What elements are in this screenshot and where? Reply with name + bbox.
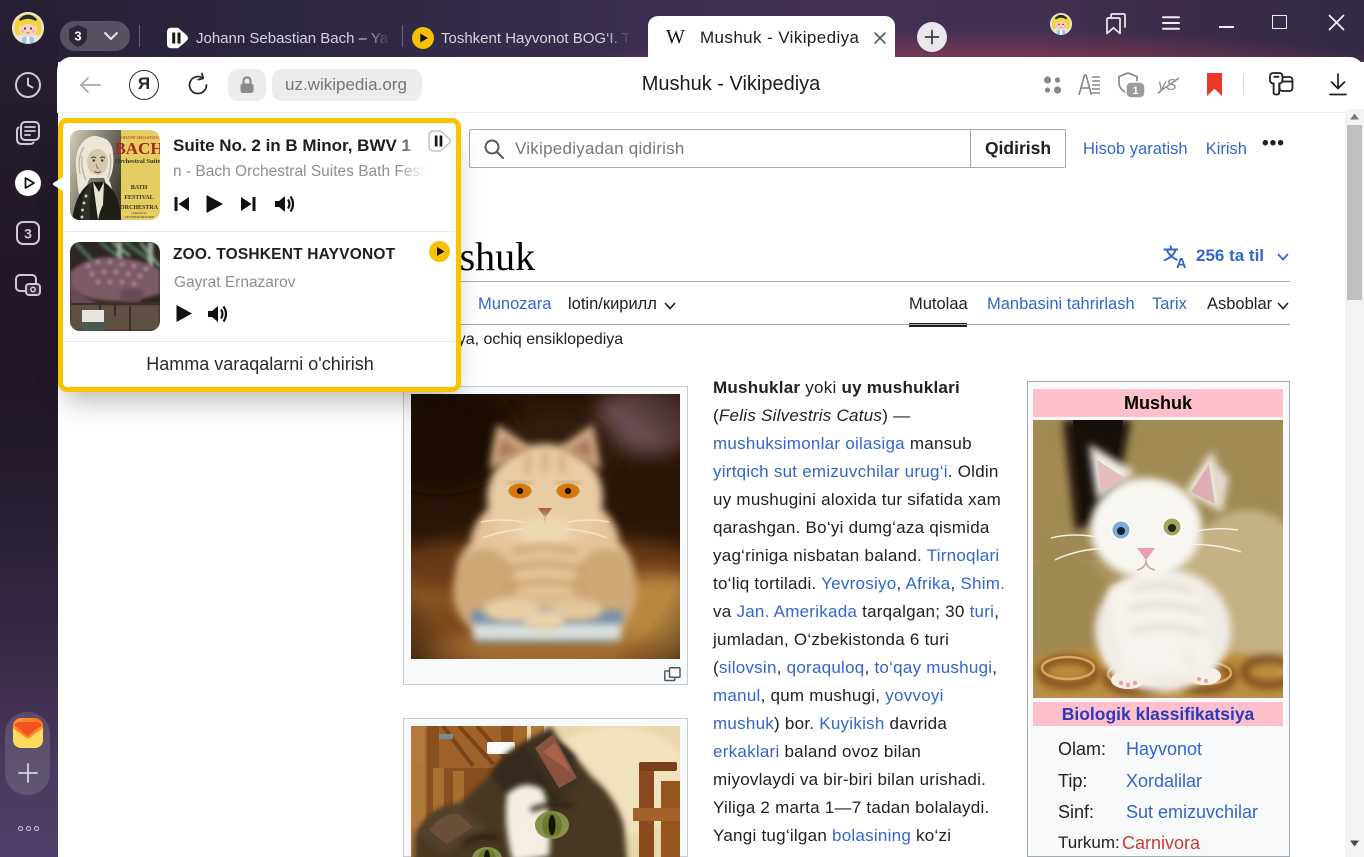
svg-text:1: 1 [1132,85,1138,97]
svg-text:BATH: BATH [131,185,148,191]
svg-text:SIR YEHUDI MENUHIN: SIR YEHUDI MENUHIN [124,216,154,219]
svg-text:BACH: BACH [114,139,160,158]
svg-text:ORCHESTRA: ORCHESTRA [120,205,159,211]
svg-text:3: 3 [24,226,32,242]
svg-text:3: 3 [74,29,81,44]
svg-text:A: A [1176,256,1187,269]
svg-text:conducted by: conducted by [132,212,148,215]
svg-text:FESTIVAL: FESTIVAL [124,195,153,201]
svg-text:Orchestral Suites: Orchestral Suites [115,158,160,165]
